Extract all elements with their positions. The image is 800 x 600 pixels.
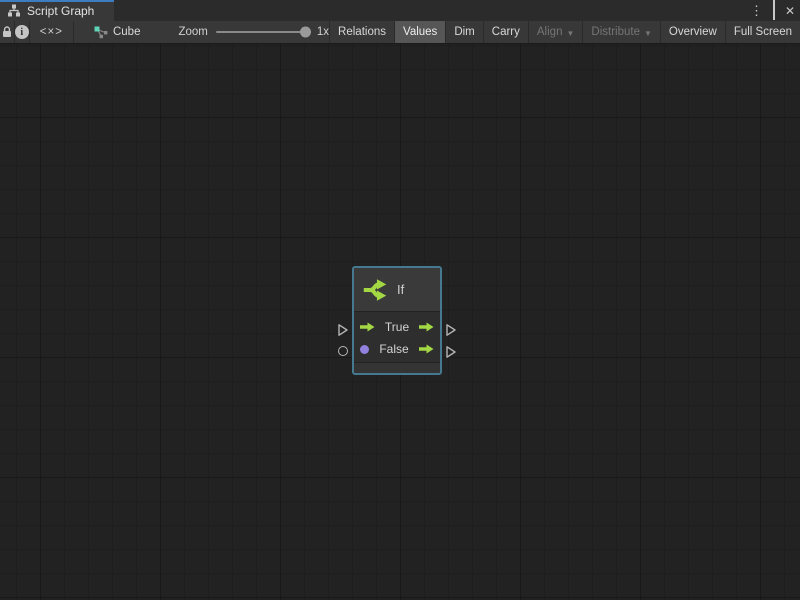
script-graph-window: Script Graph ⋮ ✕ i <×> [0,0,800,600]
dim-button[interactable]: Dim [446,21,483,43]
inspect-button[interactable]: i [15,21,30,43]
hierarchy-icon [7,4,21,17]
menu-icon[interactable]: ⋮ [750,4,763,17]
close-icon[interactable]: ✕ [785,5,795,17]
port-row-true: True [354,316,440,338]
graph-toolbar: i <×> Cube Zoom 1x Relations Values [0,21,800,44]
false-output-port[interactable] [445,345,457,359]
zoom-label: Zoom [178,21,207,43]
carry-button[interactable]: Carry [484,21,529,43]
graph-target-label: Cube [113,26,141,38]
port-triangle-icon [337,323,349,337]
zoom-slider-track [216,31,311,33]
lock-button[interactable] [0,21,15,43]
code-toggle-icon: <×> [40,26,63,38]
flow-input-port[interactable] [337,323,349,337]
full-screen-button[interactable]: Full Screen [726,21,800,43]
bool-value-port-icon[interactable] [360,345,369,354]
toolbar-button-group: Relations Values Dim Carry Align ▼ Distr… [329,21,800,43]
port-row-false: False [354,338,440,360]
zoom-value: 1x [317,21,329,43]
code-preview-toggle[interactable]: <×> [30,21,74,43]
lock-icon [1,25,13,39]
window-controls: ⋮ ✕ [750,0,795,21]
chevron-down-icon: ▼ [644,29,652,38]
overview-button[interactable]: Overview [661,21,726,43]
chevron-down-icon: ▼ [566,29,574,38]
if-node-header[interactable]: If [354,268,440,312]
port-label-true: True [385,320,409,334]
if-node-footer [354,362,440,373]
if-node-body: True False [354,312,440,362]
condition-input-port[interactable] [338,346,348,356]
distribute-dropdown[interactable]: Distribute ▼ [583,21,661,43]
zoom-slider[interactable] [216,21,311,43]
graph-canvas[interactable]: If True False [0,44,800,600]
zoom-slider-handle[interactable] [300,27,311,38]
maximize-icon[interactable] [773,2,775,20]
branch-icon [362,275,390,305]
port-triangle-icon [445,323,457,337]
tab-title: Script Graph [27,4,94,18]
if-node[interactable]: If True False [352,266,442,375]
relations-button[interactable]: Relations [330,21,395,43]
values-button[interactable]: Values [395,21,446,43]
active-tab-accent [0,0,114,2]
graph-target-icon [94,26,108,39]
flow-arrow-icon[interactable] [419,322,434,332]
tab-bar: Script Graph ⋮ ✕ [0,0,800,21]
port-triangle-icon [445,345,457,359]
node-title: If [397,282,404,297]
flow-arrow-icon[interactable] [360,322,375,332]
port-label-false: False [379,342,408,356]
true-output-port[interactable] [445,323,457,337]
flow-arrow-icon[interactable] [419,344,434,354]
port-circle-icon [338,346,348,356]
tab-script-graph[interactable]: Script Graph [0,0,114,21]
align-dropdown[interactable]: Align ▼ [529,21,584,43]
graph-target-button[interactable]: Cube [84,21,151,43]
info-icon: i [15,25,29,39]
